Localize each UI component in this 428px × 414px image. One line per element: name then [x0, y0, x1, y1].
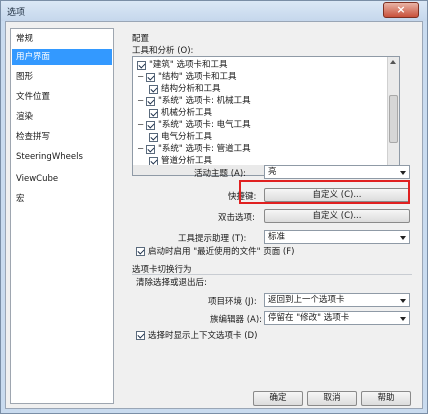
tree-row-label: "结构" 选项卡和工具 [158, 72, 237, 82]
checkbox[interactable] [136, 246, 145, 256]
checkbox[interactable] [146, 73, 155, 82]
sidebar-item-user-interface[interactable]: 用户界面 [12, 49, 112, 65]
tree-row[interactable]: "建筑" 选项卡和工具 [137, 60, 228, 71]
tree-row-label: "系统" 选项卡: 管道工具 [158, 144, 251, 154]
sidebar-item-macros[interactable]: 宏 [12, 191, 112, 207]
tooltip-value: 标准 [268, 232, 286, 242]
config-heading: 配置 [132, 34, 150, 44]
tree-row[interactable]: 电气分析工具 [149, 132, 212, 143]
doubleclick-label: 双击选项: [218, 213, 255, 223]
tree-row[interactable]: − "系统" 选项卡: 电气工具 [137, 120, 251, 131]
tooltip-select[interactable]: 标准 [264, 230, 410, 244]
content-panel: 配置 工具和分析 (O): "建筑" 选项卡和工具 − "结构" 选项卡和工具 … [122, 22, 420, 408]
doubleclick-customize-button[interactable]: 自定义 (C)... [264, 209, 410, 223]
divider [132, 274, 412, 275]
sidebar-item-graphics[interactable]: 图形 [12, 69, 112, 85]
context-tab-label: 选择时显示上下文选项卡 (D) [148, 331, 258, 341]
tree-row[interactable]: − "结构" 选项卡和工具 [137, 72, 237, 83]
tree-row[interactable]: 结构分析和工具 [149, 84, 221, 95]
help-button[interactable]: 帮助 [361, 391, 411, 406]
chevron-down-icon [400, 236, 406, 240]
tree-row-label: "系统" 选项卡: 机械工具 [158, 96, 251, 106]
ok-button[interactable]: 确定 [253, 391, 303, 406]
chevron-down-icon [400, 299, 406, 303]
tree-vertical-scrollbar[interactable] [387, 57, 399, 175]
sidebar-item-file-locations[interactable]: 文件位置 [12, 89, 112, 105]
tab-switch-subheading: 清除选择或退出后: [136, 278, 207, 288]
dialog-client: 常规 用户界面 图形 文件位置 渲染 检查拼写 SteeringWheels V… [5, 21, 423, 409]
shortcut-label: 快捷键: [228, 192, 257, 202]
cancel-button[interactable]: 取消 [307, 391, 357, 406]
tools-tree: "建筑" 选项卡和工具 − "结构" 选项卡和工具 结构分析和工具 − "系统"… [132, 56, 400, 176]
recent-files-label: 启动时启用 "最近使用的文件" 页面 (F) [148, 247, 295, 257]
collapse-icon[interactable]: − [137, 120, 144, 131]
scroll-thumb[interactable] [389, 95, 398, 143]
checkbox[interactable] [146, 97, 155, 106]
options-dialog: 选项 × 常规 用户界面 图形 文件位置 渲染 检查拼写 SteeringWhe… [0, 0, 428, 414]
sidebar-item-spelling[interactable]: 检查拼写 [12, 129, 112, 145]
close-button[interactable]: × [383, 2, 419, 18]
checkbox[interactable] [136, 330, 145, 340]
tree-row-label: 电气分析工具 [161, 132, 213, 142]
window-title: 选项 [7, 8, 26, 18]
sidebar-item-viewcube[interactable]: ViewCube [12, 171, 112, 187]
family-editor-select[interactable]: 停留在 "修改" 选项卡 [264, 311, 410, 325]
chevron-down-icon [400, 317, 406, 321]
sidebar-item-rendering[interactable]: 渲染 [12, 109, 112, 125]
project-env-select[interactable]: 返回到上一个选项卡 [264, 293, 410, 307]
checkbox[interactable] [149, 85, 158, 94]
tooltip-label: 工具提示助理 (T): [178, 234, 247, 244]
shortcut-customize-button[interactable]: 自定义 (C)... [264, 188, 410, 202]
title-bar: 选项 × [1, 1, 427, 21]
family-editor-value: 停留在 "修改" 选项卡 [268, 313, 350, 323]
sidebar-item-general[interactable]: 常规 [12, 31, 112, 47]
tree-row[interactable]: − "系统" 选项卡: 管道工具 [137, 144, 251, 155]
tools-label: 工具和分析 (O): [132, 46, 194, 56]
tree-row-label: 机械分析工具 [161, 108, 213, 118]
checkbox[interactable] [149, 109, 158, 118]
checkbox[interactable] [137, 61, 146, 70]
checkbox[interactable] [146, 145, 155, 154]
project-env-value: 返回到上一个选项卡 [268, 295, 345, 305]
checkbox[interactable] [146, 121, 155, 130]
sidebar-item-steeringwheels[interactable]: SteeringWheels [12, 149, 112, 165]
collapse-icon[interactable]: − [137, 72, 144, 83]
theme-select[interactable]: 亮 [264, 165, 410, 179]
context-tab-option[interactable]: 选择时显示上下文选项卡 (D) [136, 329, 257, 341]
tree-row[interactable]: − "系统" 选项卡: 机械工具 [137, 96, 251, 107]
chevron-down-icon [400, 171, 406, 175]
tree-row-label: "建筑" 选项卡和工具 [149, 60, 228, 70]
project-env-label: 项目环境 (J): [208, 297, 257, 307]
collapse-icon[interactable]: − [137, 96, 144, 107]
family-editor-label: 族编辑器 (A): [210, 315, 263, 325]
tree-row-label: "系统" 选项卡: 电气工具 [158, 120, 251, 130]
theme-value: 亮 [268, 167, 277, 177]
checkbox[interactable] [149, 133, 158, 142]
theme-label: 活动主题 (A): [194, 169, 247, 179]
collapse-icon[interactable]: − [137, 144, 144, 155]
scroll-up-icon[interactable] [390, 60, 396, 64]
sidebar: 常规 用户界面 图形 文件位置 渲染 检查拼写 SteeringWheels V… [10, 28, 114, 404]
tree-row-label: 结构分析和工具 [161, 84, 221, 94]
recent-files-option[interactable]: 启动时启用 "最近使用的文件" 页面 (F) [136, 245, 294, 257]
tree-row[interactable]: 机械分析工具 [149, 108, 212, 119]
